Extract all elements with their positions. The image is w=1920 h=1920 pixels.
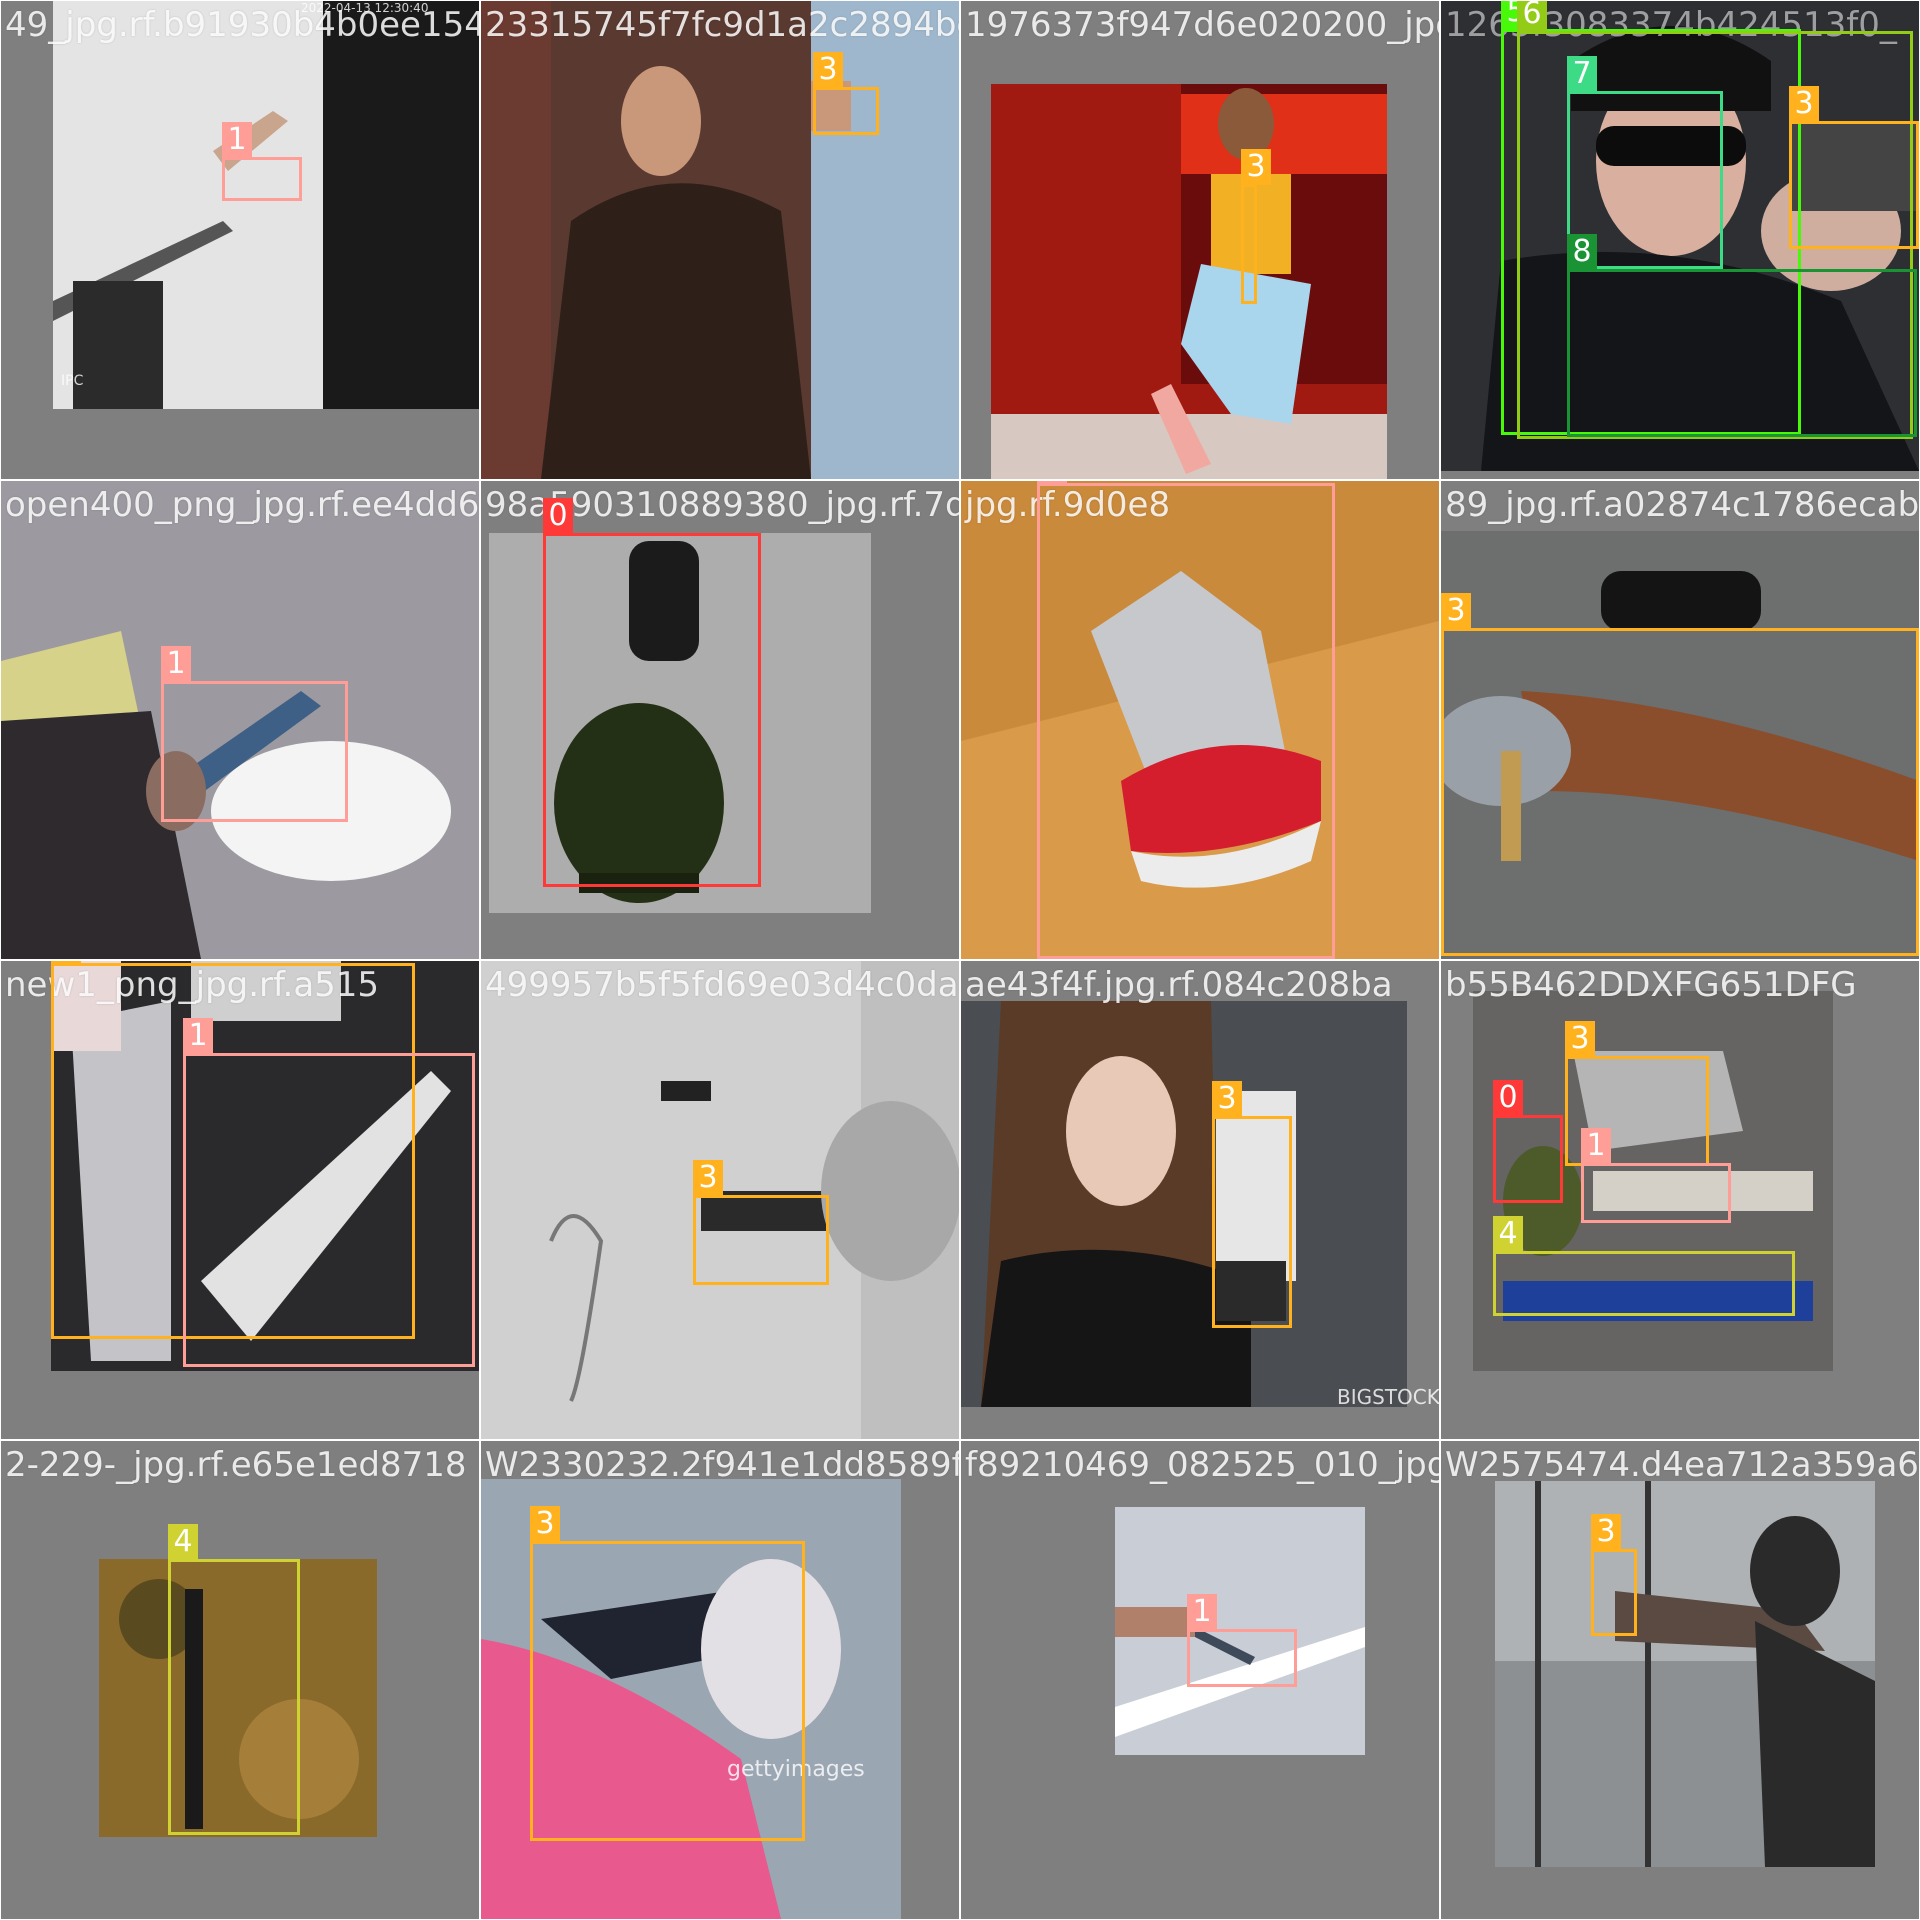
tile-filename: W2575474.d4ea712a359a66	[1445, 1445, 1919, 1485]
class-label: 3	[530, 1506, 560, 1542]
photo-15	[1495, 1481, 1875, 1867]
detection-box: 1	[222, 122, 302, 201]
tile-filename: 1976373f947d6e020200_jpeg	[965, 5, 1439, 45]
tile-filename: ae43f4f.jpg.rf.084c208ba	[965, 965, 1393, 1005]
class-label: 3	[1789, 86, 1819, 122]
detection-box: 3	[1789, 86, 1919, 249]
class-label: 0	[1493, 1080, 1523, 1116]
tile-1: 23315745f7fc9d1a2c2894bc913 3	[481, 1, 959, 479]
detection-box: 3	[813, 52, 879, 135]
tile-6: jpg.rf.9d0e8 1	[961, 481, 1439, 959]
tile-filename: W2330232.2f941e1dd8589f	[485, 1445, 959, 1485]
tile-filename: f89210469_082525_010_jpg	[965, 1445, 1439, 1485]
photo-2	[991, 84, 1387, 479]
tile-15: W2575474.d4ea712a359a66 3	[1441, 1441, 1919, 1919]
ipc-watermark: IPC	[61, 373, 84, 389]
class-label: 1	[222, 122, 252, 158]
class-label: 3	[693, 1160, 723, 1196]
class-label: 4	[1493, 1216, 1523, 1252]
class-label: 3	[1565, 1021, 1595, 1057]
class-label: 3	[1241, 149, 1271, 185]
detection-box: 4	[1493, 1216, 1795, 1316]
class-label: 6	[1517, 1, 1547, 32]
tile-filename: 2-229-_jpg.rf.e65e1ed8718	[5, 1445, 467, 1485]
class-label: 1	[1187, 1594, 1217, 1630]
tile-5: 98a590310889380_jpg.rf.7d47c 0	[481, 481, 959, 959]
class-label: 3	[1591, 1514, 1621, 1550]
class-label: 4	[168, 1524, 198, 1560]
class-label: 3	[51, 961, 81, 964]
tile-filename: 89_jpg.rf.a02874c1786ecab9a	[1445, 485, 1919, 525]
tile-filename: 49_jpg.rf.b91930b4b0ee1542	[5, 5, 479, 45]
detection-box: 0	[543, 498, 761, 887]
tile-11: b55B462DDXFG651DFG 3 0 1 4	[1441, 961, 1919, 1439]
tile-2: 1976373f947d6e020200_jpeg 3	[961, 1, 1439, 479]
class-label: 1	[183, 1018, 213, 1054]
photo-10	[961, 1001, 1407, 1407]
tile-filename: 499957b5f5fd69e03d4c0da	[485, 965, 959, 1005]
tile-10: BIGSTOCK ae43f4f.jpg.rf.084c208ba 3	[961, 961, 1439, 1439]
class-label: 7	[1567, 56, 1597, 92]
detection-box: 3	[1212, 1081, 1292, 1328]
detection-box: 8	[1567, 234, 1917, 437]
detection-box: 3	[1441, 593, 1919, 956]
photo-1	[481, 1, 959, 479]
detection-box: 4	[168, 1524, 300, 1835]
detection-box: 3	[693, 1160, 829, 1285]
tile-filename: 23315745f7fc9d1a2c2894bc913	[485, 5, 959, 45]
class-label: 1	[1037, 481, 1067, 484]
tile-9: 499957b5f5fd69e03d4c0da 3	[481, 961, 959, 1439]
detection-box: 3	[530, 1506, 805, 1841]
tile-8: new1_png_jpg.rf.a515 3 1	[1, 961, 479, 1439]
photo-0	[53, 1, 479, 409]
tile-13: gettyimages W2330232.2f941e1dd8589f 3	[481, 1441, 959, 1919]
tile-4: open400_png_jpg.rf.ee4dd6 1	[1, 481, 479, 959]
detection-box: 1	[1037, 481, 1335, 959]
class-label: 8	[1567, 234, 1597, 270]
tile-0: 2022-04-13 12:30:40 IPC 49_jpg.rf.b91930…	[1, 1, 479, 479]
detection-box: 3	[1241, 149, 1271, 304]
class-label: 3	[1212, 1081, 1242, 1117]
class-label: 3	[813, 52, 843, 88]
tile-filename: open400_png_jpg.rf.ee4dd6	[5, 485, 479, 525]
tile-12: 2-229-_jpg.rf.e65e1ed8718 4	[1, 1441, 479, 1919]
class-label: 1	[161, 646, 191, 682]
tile-filename: b55B462DDXFG651DFG	[1445, 965, 1857, 1005]
class-label: 3	[1441, 593, 1471, 629]
tile-7: 89_jpg.rf.a02874c1786ecab9a 3	[1441, 481, 1919, 959]
tile-14: f89210469_082525_010_jpg 1	[961, 1441, 1439, 1919]
tile-3: 1263f3083374b424513f0_ 5 6 7 3 8	[1441, 1, 1919, 479]
detection-box: 1	[183, 1018, 475, 1367]
detection-box: 1	[1581, 1128, 1731, 1223]
bigstock-watermark: BIGSTOCK	[1337, 1385, 1439, 1409]
detection-box: 1	[161, 646, 348, 822]
detection-box: 3	[1591, 1514, 1637, 1636]
mosaic-grid: 2022-04-13 12:30:40 IPC 49_jpg.rf.b91930…	[0, 0, 1920, 1920]
detection-box: 1	[1187, 1594, 1297, 1687]
class-label: 1	[1581, 1128, 1611, 1164]
detection-box: 0	[1493, 1080, 1563, 1203]
class-label: 0	[543, 498, 573, 534]
